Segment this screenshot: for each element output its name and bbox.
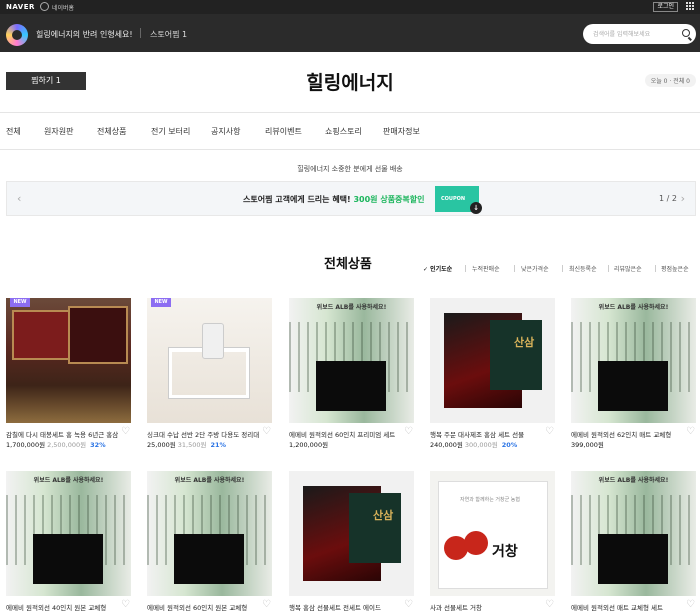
nav-item[interactable]: 전체상품 [97,126,126,137]
product-price: 399,000원 [571,441,604,449]
visit-count: 오늘 0 · 전체 0 [644,74,696,87]
store-follow-count[interactable]: 스토어찜 1 [150,29,187,40]
new-badge: NEW [151,298,171,307]
sort-option-sales[interactable]: 누적판매순 [472,264,500,273]
store-notice[interactable]: 힐링에너지 소중한 분에게 선물 배송 [0,164,700,174]
chevron-right-icon[interactable]: › [681,192,685,205]
box-label: 거창 [492,544,518,560]
nav-item[interactable]: 전체 [6,126,21,137]
product-title[interactable]: 행복 주문 대사제조 홍삼 세트 선물 [430,429,542,439]
product-image[interactable]: NEW [6,298,131,423]
heart-icon[interactable]: ♡ [262,599,271,610]
heart-icon[interactable]: ♡ [545,426,554,437]
heart-icon[interactable]: ♡ [404,426,413,437]
product-title[interactable]: 행복 홍삼 선물세트 전세트 에이드 [289,602,401,612]
globe-icon [40,2,49,11]
product-image[interactable]: 위보드 ALB를 사용하세요! [571,298,696,423]
banner-page-indicator: 1 / 2 [659,194,677,203]
divider [562,265,563,272]
product-card[interactable]: NEW 감칠에 다시 태봉세트 홍 녹용 6년근 홍삼 ♡ 1,700,000원… [6,298,131,449]
product-card[interactable]: 자연과 함께하는 거창군 농협 거창 사과 선물세트 거창 ♡ [430,471,555,612]
heart-icon[interactable]: ♡ [121,599,130,610]
image-caption: 위보드 ALB를 사용하세요! [598,477,669,484]
divider [140,28,141,38]
heart-icon[interactable]: ♡ [404,599,413,610]
product-image[interactable]: NEW [147,298,272,423]
global-top-bar: NAVER 네이버홈 로그인 [0,0,700,14]
product-price: 1,700,000원 2,500,000원 32% [6,441,106,449]
image-caption: 위보드 ALB를 사용하세요! [316,304,387,311]
product-title[interactable]: 감칠에 다시 태봉세트 홍 녹용 6년근 홍삼 [6,429,118,439]
store-logo[interactable] [6,24,28,46]
product-card[interactable]: 위보드 ALB를 사용하세요! 에메비 원적외선 40인치 원본 교체형 ♡ [6,471,131,612]
banner-message: 스토어찜 고객에게 드리는 혜택! 300원 상품중복할인 [243,195,425,204]
product-image[interactable]: 산삼 [430,298,555,423]
product-title[interactable]: 에메비 원적외선 62인치 매트 교체형 [571,429,683,439]
section-title: 전체상품 [324,257,372,272]
product-card[interactable]: 위보드 ALB를 사용하세요! 에메비 원적외선 매트 교체형 세트 ♡ [571,471,696,612]
product-title[interactable]: 에메비 원적외선 40인치 원본 교체형 [6,602,118,612]
divider [465,265,466,272]
product-card[interactable]: 위보드 ALB를 사용하세요! 에메비 원적외선 60인치 프리미엄 세트 ♡ … [289,298,414,449]
heart-icon[interactable]: ♡ [545,599,554,610]
product-image[interactable]: 산삼 [289,471,414,596]
product-image[interactable]: 위보드 ALB를 사용하세요! [147,471,272,596]
nav-item[interactable]: 원자원판 [44,126,73,137]
box-top-text: 자연과 함께하는 거창군 농협 [460,497,520,503]
product-card[interactable]: 위보드 ALB를 사용하세요! 에메비 원적외선 60인치 원본 교체형 ♡ [147,471,272,612]
product-image[interactable]: 위보드 ALB를 사용하세요! [571,471,696,596]
sort-option-popular[interactable]: ✓ 인기도순 [423,264,452,273]
apps-grid-icon[interactable] [686,2,695,11]
naver-home-link[interactable]: 네이버홈 [52,3,74,12]
product-price: 1,200,000원 [289,441,329,449]
page-title: 힐링에너지 [306,72,394,94]
product-title[interactable]: 에메비 원적외선 60인치 원본 교체형 [147,602,259,612]
heart-icon[interactable]: ♡ [686,426,695,437]
sort-option-newest[interactable]: 최신등록순 [569,264,597,273]
divider [655,265,656,272]
product-title[interactable]: 에메비 원적외선 60인치 프리미엄 세트 [289,429,401,439]
sort-option-low-price[interactable]: 낮은가격순 [521,264,549,273]
store-name[interactable]: 힐링에너지의 반려 인형세요! [36,29,133,40]
product-price: 25,000원 31,500원 21% [147,441,227,449]
search-input[interactable]: 검색어를 입력해보세요 [583,24,696,44]
divider [608,265,609,272]
product-card[interactable]: NEW 싱크대 수납 선반 2단 주방 다용도 정리대 선반 ♡ 25,000원… [147,298,272,449]
zzim-button[interactable]: 찜하기 1 [6,72,86,90]
download-icon[interactable]: ↓ [470,202,482,214]
product-price: 240,000원 300,000원 20% [430,441,518,449]
chevron-left-icon[interactable]: ‹ [17,192,21,205]
product-image[interactable]: 자연과 함께하는 거창군 농협 거창 [430,471,555,596]
heart-icon[interactable]: ♡ [121,426,130,437]
category-nav: 전체 원자원판 전체상품 전기 보터리 공지사항 리뷰이벤트 쇼핑스토리 판매자… [0,112,700,150]
sort-option-reviews[interactable]: 리뷰많은순 [614,264,642,273]
product-image[interactable]: 위보드 ALB를 사용하세요! [289,298,414,423]
benefit-banner[interactable]: ‹ 스토어찜 고객에게 드리는 혜택! 300원 상품중복할인 COUPON ↓ … [6,181,696,216]
image-caption: 위보드 ALB를 사용하세요! [174,477,245,484]
product-title[interactable]: 에메비 원적외선 매트 교체형 세트 [571,602,683,612]
image-caption: 위보드 ALB를 사용하세요! [598,304,669,311]
nav-item[interactable]: 전기 보터리 [151,126,190,137]
image-caption: 위보드 ALB를 사용하세요! [33,477,104,484]
product-image[interactable]: 위보드 ALB를 사용하세요! [6,471,131,596]
heart-icon[interactable]: ♡ [262,426,271,437]
divider [514,265,515,272]
nav-item[interactable]: 공지사항 [211,126,240,137]
login-button[interactable]: 로그인 [653,2,678,12]
new-badge: NEW [10,298,30,307]
nav-item[interactable]: 판매자정보 [383,126,420,137]
product-title[interactable]: 사과 선물세트 거창 [430,602,542,612]
sort-option-rating[interactable]: 평점높은순 [661,264,689,273]
product-title[interactable]: 싱크대 수납 선반 2단 주방 다용도 정리대 선반 [147,429,259,439]
product-card[interactable]: 위보드 ALB를 사용하세요! 에메비 원적외선 62인치 매트 교체형 ♡ 3… [571,298,696,449]
search-icon[interactable] [682,29,690,37]
nav-item[interactable]: 쇼핑스토리 [325,126,362,137]
nav-item[interactable]: 리뷰이벤트 [265,126,302,137]
coupon-badge[interactable]: COUPON ↓ [435,186,482,214]
naver-logo[interactable]: NAVER [6,3,35,11]
heart-icon[interactable]: ♡ [686,599,695,610]
search-placeholder: 검색어를 입력해보세요 [593,31,651,38]
